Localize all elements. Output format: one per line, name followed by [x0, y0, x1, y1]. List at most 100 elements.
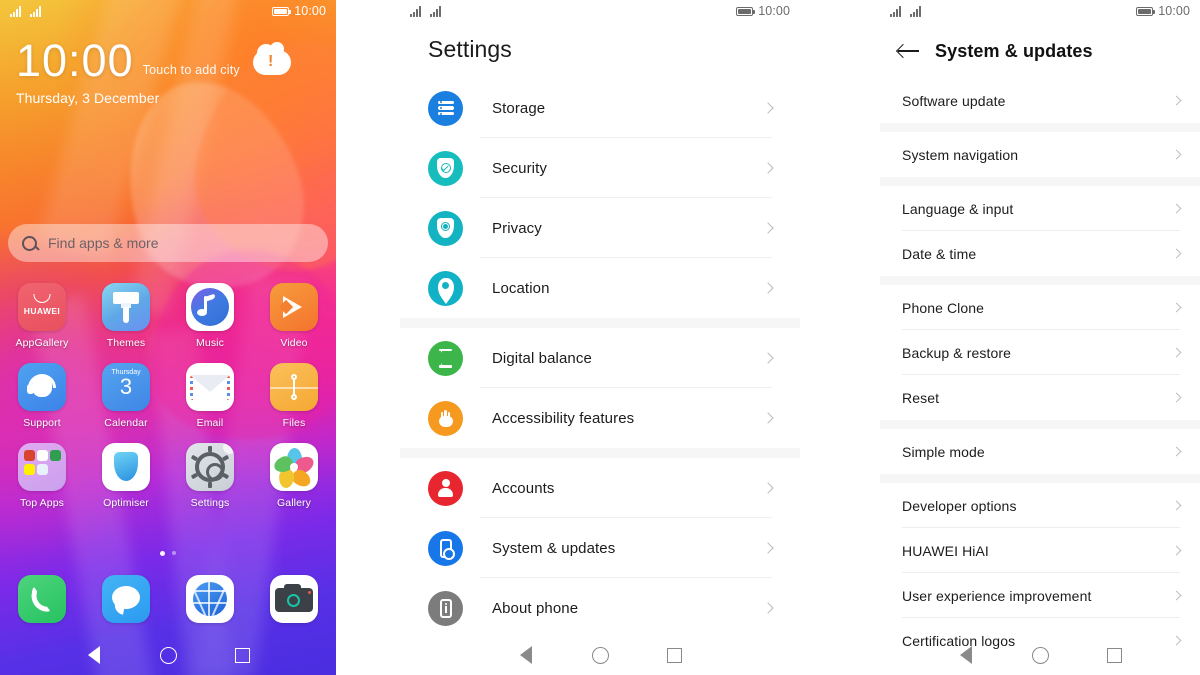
- sys-item-language-input[interactable]: Language & input: [880, 186, 1200, 231]
- dock-phone[interactable]: [0, 575, 84, 623]
- folder-top-apps[interactable]: Top Apps: [0, 443, 84, 509]
- signal-icon-sim2: [430, 5, 441, 17]
- three-phone-screens: 10:00 10:00 Touch to add city Thursday, …: [0, 0, 1200, 675]
- nav-recents-button[interactable]: [1077, 647, 1151, 663]
- sys-group-4: Phone Clone Backup & restore Reset: [880, 285, 1200, 420]
- settings-group-2: Digital balance Accessibility features: [400, 328, 800, 448]
- chevron-right-icon: [1171, 203, 1182, 214]
- settings-item-digital-balance[interactable]: Digital balance: [400, 328, 800, 388]
- app-support[interactable]: Support: [0, 363, 84, 429]
- clock-widget[interactable]: 10:00 Touch to add city Thursday, 3 Dece…: [16, 38, 240, 106]
- sys-item-developer-options[interactable]: Developer options: [880, 483, 1200, 528]
- app-files[interactable]: Files: [252, 363, 336, 429]
- app-email[interactable]: Email: [168, 363, 252, 429]
- nav-back-button[interactable]: [57, 646, 131, 664]
- camera-icon: [270, 575, 318, 623]
- settings-group-3: Accounts System & updates About phone: [400, 458, 800, 638]
- app-music[interactable]: Music: [168, 283, 252, 349]
- person-glyph: [437, 479, 454, 497]
- app-label: Music: [196, 337, 224, 349]
- nav-home-button[interactable]: [131, 646, 205, 664]
- sys-item-user-experience[interactable]: User experience improvement: [880, 573, 1200, 618]
- app-video[interactable]: Video: [252, 283, 336, 349]
- settings-item-security[interactable]: Security: [400, 138, 800, 198]
- app-calendar[interactable]: Thursday 3 Calendar: [84, 363, 168, 429]
- brush-handle: [123, 307, 129, 323]
- sys-item-simple-mode[interactable]: Simple mode: [880, 429, 1200, 474]
- chevron-right-icon: [1171, 95, 1182, 106]
- settings-item-accessibility[interactable]: Accessibility features: [400, 388, 800, 448]
- app-label: Files: [282, 417, 306, 429]
- settings-item-location[interactable]: Location: [400, 258, 800, 318]
- app-label: Optimiser: [103, 497, 149, 509]
- group-separator: [400, 318, 800, 328]
- sys-item-reset[interactable]: Reset: [880, 375, 1200, 420]
- sys-item-phone-clone[interactable]: Phone Clone: [880, 285, 1200, 330]
- phone-home-screen: 10:00 10:00 Touch to add city Thursday, …: [0, 0, 336, 675]
- chevron-right-icon: [762, 162, 774, 174]
- nav-recents-button[interactable]: [205, 647, 279, 663]
- sys-item-date-time[interactable]: Date & time: [880, 231, 1200, 276]
- sys-item-backup-restore[interactable]: Backup & restore: [880, 330, 1200, 375]
- search-input[interactable]: Find apps & more: [8, 224, 328, 262]
- group-separator: [880, 123, 1200, 132]
- system-updates-screen: 10:00 System & updates Software update S…: [880, 0, 1200, 675]
- page-title: Settings: [428, 36, 512, 62]
- files-line: [293, 379, 295, 395]
- page-dot-active[interactable]: [160, 551, 165, 556]
- appgallery-icon: HUAWEI: [18, 283, 66, 331]
- chevron-right-icon: [1171, 500, 1182, 511]
- app-settings[interactable]: Settings: [168, 443, 252, 509]
- page-dot[interactable]: [172, 551, 176, 555]
- settings-item-label: Location: [492, 279, 550, 297]
- weather-alert-badge[interactable]: !: [253, 42, 291, 75]
- gear-tooth: [221, 472, 230, 480]
- settings-item-system-updates[interactable]: System & updates: [400, 518, 800, 578]
- info-device-glyph: [439, 598, 452, 618]
- globe-shape: [193, 582, 227, 616]
- nav-home-button[interactable]: [1003, 646, 1077, 664]
- settings-group-1: Storage Security Privacy Location: [400, 78, 800, 318]
- sys-item-huawei-hiai[interactable]: HUAWEI HiAI: [880, 528, 1200, 573]
- recents-icon: [234, 647, 250, 663]
- app-label: Gallery: [277, 497, 311, 509]
- group-separator: [400, 448, 800, 458]
- dock-camera[interactable]: [252, 575, 336, 623]
- settings-screen: 10:00 Settings Storage Security Privacy …: [400, 0, 800, 675]
- app-row-1: HUAWEI AppGallery Themes Music Video: [0, 283, 336, 363]
- gear-shape: [195, 452, 225, 482]
- nav-home-button[interactable]: [563, 646, 637, 664]
- app-optimiser[interactable]: Optimiser: [84, 443, 168, 509]
- settings-item-accounts[interactable]: Accounts: [400, 458, 800, 518]
- settings-item-about-phone[interactable]: About phone: [400, 578, 800, 638]
- dock-browser[interactable]: [168, 575, 252, 623]
- sys-item-system-navigation[interactable]: System navigation: [880, 132, 1200, 177]
- settings-item-privacy[interactable]: Privacy: [400, 198, 800, 258]
- app-gallery[interactable]: Gallery: [252, 443, 336, 509]
- device-gear-glyph: [439, 538, 455, 560]
- shield-shape: [114, 452, 138, 481]
- nav-back-button[interactable]: [929, 646, 1003, 664]
- settings-item-storage[interactable]: Storage: [400, 78, 800, 138]
- navigation-bar: [0, 635, 336, 675]
- app-bar: System & updates: [880, 34, 1200, 68]
- dock-messages[interactable]: [84, 575, 168, 623]
- app-appgallery[interactable]: HUAWEI AppGallery: [0, 283, 84, 349]
- nav-back-button[interactable]: [489, 646, 563, 664]
- chevron-right-icon: [1171, 149, 1182, 160]
- browser-icon: [186, 575, 234, 623]
- battery-icon: [736, 6, 756, 16]
- group-separator: [880, 276, 1200, 285]
- clock-city-hint[interactable]: Touch to add city: [143, 63, 240, 83]
- messages-icon: [102, 575, 150, 623]
- arrow-left-icon[interactable]: [898, 43, 920, 59]
- sys-item-software-update[interactable]: Software update: [880, 78, 1200, 123]
- settings-item-label: Digital balance: [492, 349, 592, 367]
- sys-item-label: HUAWEI HiAI: [902, 542, 989, 559]
- nav-recents-button[interactable]: [637, 647, 711, 663]
- folder-icon: [18, 443, 66, 491]
- app-themes[interactable]: Themes: [84, 283, 168, 349]
- app-label: Support: [23, 417, 61, 429]
- status-bar: 10:00: [400, 0, 800, 22]
- dock: [0, 575, 336, 623]
